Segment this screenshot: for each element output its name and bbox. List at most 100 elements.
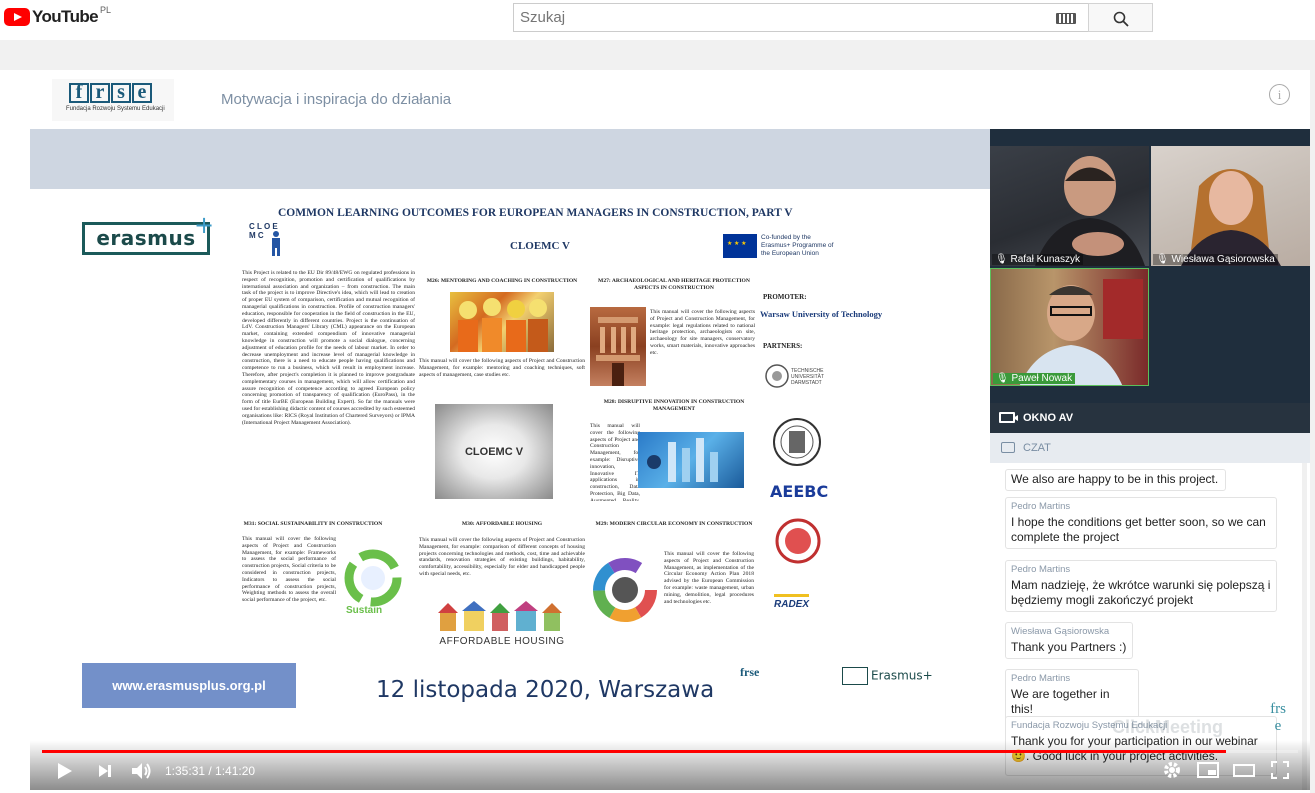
camera-pawel[interactable]: 🎙 Paweł Nowak (990, 268, 1149, 386)
camera-label-rafal: 🎙 Rafał Kunaszyk (992, 254, 1083, 265)
webinar-header: frse Fundacja Rozwoju Systemu Edukacji M… (30, 70, 1310, 129)
chat-message-author: Pedro Martins (1011, 564, 1071, 575)
search-box (513, 3, 1089, 32)
darmstadt-text: TECHNISCHE UNIVERSITÄT DARMSTADT (791, 368, 824, 386)
progress-bar[interactable] (42, 750, 1298, 753)
module-m28-text: This manual will cover the following asp… (590, 423, 640, 501)
side-panel: 🎙 Rafał Kunaszyk 🎙 Wiesława Gąsiorowska … (990, 129, 1310, 790)
chat-message-text: We are together in this! (1011, 687, 1110, 716)
erasmus-plus-icon: + (194, 211, 215, 239)
chat-message: We also are happy to be in this project. (1005, 469, 1226, 491)
presentation-area: erasmus + C L O E M C COMMON LEARNING OU… (30, 129, 990, 790)
chat-message: Wiesława Gąsiorowska Thank you Partners … (1005, 622, 1133, 659)
camera-label-wieslawa: 🎙 Wiesława Gąsiorowska (1153, 254, 1278, 265)
slide-top-band (30, 129, 990, 189)
chat-label: CZAT (1023, 442, 1051, 454)
chat-frse-logo-text: frse (1270, 701, 1286, 734)
youtube-play-logo-icon (4, 8, 30, 26)
chat-message-text: Mam nadzieję, że wkrótce warunki się pol… (1011, 578, 1271, 607)
partner-logo-radex: RADEX (774, 594, 810, 610)
promoter-name: Warsaw University of Technology (760, 309, 883, 319)
frse-logo-subtitle: Fundacja Rozwoju Systemu Edukacji (66, 106, 165, 112)
keyboard-icon[interactable] (1056, 13, 1076, 24)
theater-icon[interactable] (1233, 760, 1255, 780)
worker-figure-icon (272, 231, 280, 256)
chat-bar[interactable]: CZAT (990, 433, 1310, 463)
module-m26-title: M26: MENTORING AND COACHING IN CONSTRUCT… (426, 278, 578, 284)
slide-date: 12 listopada 2020, Warszawa (376, 677, 715, 703)
chat-message-author: Pedro Martins (1011, 501, 1071, 512)
partner-logo-globe (774, 517, 822, 565)
heritage-photo (590, 307, 646, 386)
region-code: PL (100, 5, 112, 15)
info-icon[interactable]: i (1269, 84, 1290, 105)
fullscreen-icon[interactable] (1270, 760, 1290, 780)
play-icon[interactable] (54, 760, 74, 782)
chat-icon (1001, 442, 1015, 453)
chat-message-text: Thank you Partners :) (1011, 640, 1127, 654)
slide-heading: COMMON LEARNING OUTCOMES FOR EUROPEAN MA… (278, 207, 793, 219)
person-video (1035, 156, 1145, 266)
partner-logo-darmstadt: TECHNISCHE UNIVERSITÄT DARMSTADT (765, 361, 837, 391)
clickmeeting-watermark: ClickMeeting (1112, 717, 1224, 737)
module-m31-title: M31: SOCIAL SUSTAINABILITY IN CONSTRUCTI… (243, 521, 383, 527)
promoter-label: PROMOTER: (763, 293, 807, 301)
person-video (1181, 169, 1281, 266)
affordable-housing-image: AFFORDABLE HOUSING (434, 599, 570, 649)
chat-message: Pedro Martins We are together in this! (1005, 669, 1139, 721)
camera-wieslawa[interactable]: 🎙 Wiesława Gąsiorowska (1151, 146, 1310, 266)
module-m31-text: This manual will cover the following asp… (242, 536, 336, 604)
partners-label: PARTNERS: (763, 342, 803, 350)
miniplayer-icon[interactable] (1197, 760, 1219, 780)
sustainability-cycle-icon: Sustain (342, 547, 404, 627)
masthead: YouTube PL (0, 0, 1315, 40)
module-m28-title: M28: DISRUPTIVE INNOVATION IN CONSTRUCTI… (603, 399, 745, 412)
cloemc-building-photo: CLOEMC V (435, 404, 553, 499)
next-icon[interactable] (96, 762, 114, 780)
video-camera-icon (999, 412, 1018, 423)
search-input[interactable] (514, 4, 1034, 31)
chat-message-text: We also are happy to be in this project. (1011, 472, 1219, 486)
erasmus-logo: erasmus (82, 222, 210, 255)
presentation-slide: erasmus + C L O E M C COMMON LEARNING OU… (30, 189, 990, 730)
chat-message-author: Pedro Martins (1011, 673, 1071, 684)
footer-erasmus-logo: Erasmus+ (842, 667, 933, 685)
webinar-title: Motywacja i inspiracja do działania (221, 91, 452, 108)
search-button[interactable] (1088, 3, 1153, 32)
time-display: 1:35:31 / 1:41:20 (165, 764, 256, 778)
camera-label-pawel: 🎙 Paweł Nowak (993, 373, 1076, 384)
module-m30-text: This manual will cover the following asp… (419, 537, 585, 577)
gear-icon[interactable] (1162, 760, 1182, 780)
frse-logo-letters: frse (69, 82, 152, 103)
chat-message-text: I hope the conditions get better soon, s… (1011, 515, 1266, 544)
youtube-logo[interactable]: YouTube PL (4, 5, 112, 27)
project-intro-text: This Project is related to the EU Dir 89… (242, 270, 415, 426)
module-m30-title: M30: AFFORDABLE HOUSING (461, 521, 543, 527)
innovation-photo (638, 432, 744, 488)
page-scrollbar[interactable] (1310, 40, 1315, 793)
camera-rafal[interactable]: 🎙 Rafał Kunaszyk (990, 146, 1149, 266)
av-window-label: OKNO AV (1023, 412, 1074, 424)
affordable-housing-label: AFFORDABLE HOUSING (439, 636, 565, 647)
av-window-bar[interactable]: OKNO AV (990, 403, 1310, 433)
module-m26-text: This manual will cover the following asp… (419, 358, 585, 378)
coaching-photo (450, 292, 554, 352)
person-video (1019, 279, 1143, 385)
video-player[interactable]: frse Fundacja Rozwoju Systemu Edukacji M… (30, 70, 1310, 790)
eu-flag-icon (723, 234, 757, 258)
cofunded-text: Co-funded by the Erasmus+ Programme of t… (761, 234, 834, 257)
partner-logo-seal (772, 417, 822, 467)
frse-logo: frse Fundacja Rozwoju Systemu Edukacji (52, 79, 174, 121)
youtube-wordmark: YouTube (32, 7, 99, 26)
chat-message: Pedro Martins I hope the conditions get … (1005, 497, 1277, 549)
progress-bar-played (42, 750, 1226, 753)
module-m27-title: M27: ARCHAEOLOGICAL AND HERITAGE PROTECT… (598, 278, 750, 291)
page-background (0, 40, 1315, 70)
chat-frse-logo: frse (1260, 701, 1296, 741)
chat-message-author: Wiesława Gąsiorowska (1011, 626, 1110, 637)
erasmusplus-link: www.erasmusplus.org.pl (82, 663, 296, 708)
module-m29-text: This manual will cover the following asp… (664, 551, 754, 605)
volume-icon[interactable] (130, 760, 154, 782)
module-m29-title: M29: MODERN CIRCULAR ECONOMY IN CONSTRUC… (595, 521, 753, 527)
project-name: CLOEMC V (510, 240, 570, 252)
